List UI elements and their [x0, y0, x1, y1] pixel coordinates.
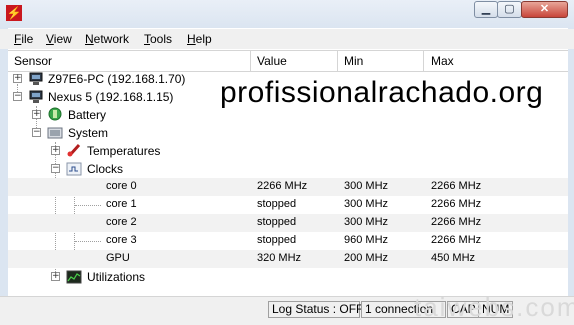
- tree-label-battery: Battery: [68, 108, 107, 122]
- phone-icon: [29, 90, 43, 103]
- collapse-icon[interactable]: −: [13, 92, 22, 101]
- app-icon: ⚡: [6, 5, 22, 21]
- collapse-icon[interactable]: −: [32, 128, 41, 137]
- table-row[interactable]: core 0 2266 MHz 300 MHz 2266 MHz: [8, 178, 568, 196]
- sensor-value: 2266 MHz: [257, 180, 308, 192]
- tree-label-pc: Z97E6-PC (192.168.1.70): [48, 72, 186, 86]
- sensor-min: 300 MHz: [344, 216, 389, 228]
- expand-icon[interactable]: +: [51, 146, 60, 155]
- expand-icon[interactable]: +: [51, 272, 60, 281]
- column-divider[interactable]: [250, 51, 251, 71]
- menu-view[interactable]: View: [46, 32, 72, 46]
- tree-label-utilizations: Utilizations: [87, 270, 146, 284]
- sensor-name: GPU: [106, 252, 130, 264]
- tree-label-nexus: Nexus 5 (192.168.1.15): [48, 90, 174, 104]
- column-sensor[interactable]: Sensor: [14, 54, 52, 68]
- menu-bar: File View Network Tools Help: [0, 29, 574, 49]
- tree-label-clocks: Clocks: [87, 162, 124, 176]
- sensor-max: 450 MHz: [431, 252, 476, 264]
- column-value[interactable]: Value: [257, 54, 287, 68]
- sensor-value: stopped: [257, 216, 297, 228]
- table-row[interactable]: core 3 stopped 960 MHz 2266 MHz: [8, 232, 568, 250]
- computer-icon: [29, 72, 43, 85]
- window-frame-right: [568, 28, 574, 296]
- sensor-name: core 1: [106, 198, 137, 210]
- menu-network[interactable]: Network: [85, 32, 129, 46]
- sensor-min: 200 MHz: [344, 252, 389, 264]
- tree-row-clocks[interactable]: − Clocks: [8, 160, 568, 178]
- sensor-value: stopped: [257, 234, 297, 246]
- sensor-min: 300 MHz: [344, 198, 389, 210]
- tree-label-system: System: [68, 126, 109, 140]
- column-max[interactable]: Max: [431, 54, 454, 68]
- table-row[interactable]: core 1 stopped 300 MHz 2266 MHz: [8, 196, 568, 214]
- utilization-icon: [66, 270, 82, 284]
- sensor-max: 2266 MHz: [431, 216, 482, 228]
- column-divider[interactable]: [423, 51, 424, 71]
- window-frame-left: [0, 28, 8, 296]
- menu-tools[interactable]: Tools: [144, 32, 172, 46]
- sensor-max: 2266 MHz: [431, 198, 482, 210]
- watermark-logo: taiwebs.com: [414, 292, 574, 322]
- sensor-max: 2266 MHz: [431, 234, 482, 246]
- table-row[interactable]: core 2 stopped 300 MHz 2266 MHz: [8, 214, 568, 232]
- sensor-min: 960 MHz: [344, 234, 389, 246]
- clock-icon: [66, 162, 82, 176]
- sensor-name: core 3: [106, 234, 137, 246]
- minimize-button[interactable]: ▁: [474, 1, 498, 18]
- menu-help[interactable]: Help: [187, 32, 212, 46]
- expand-icon[interactable]: +: [13, 74, 22, 83]
- tree-row-system[interactable]: − System: [8, 124, 568, 142]
- table-row[interactable]: GPU 320 MHz 200 MHz 450 MHz: [8, 250, 568, 268]
- sensor-min: 300 MHz: [344, 180, 389, 192]
- sensor-max: 2266 MHz: [431, 180, 482, 192]
- watermark-text: profissionalrachado.org: [220, 76, 544, 109]
- tree-row-utilizations[interactable]: + Utilizations: [8, 268, 568, 286]
- column-divider[interactable]: [337, 51, 338, 71]
- tree-row-temperatures[interactable]: + Temperatures: [8, 142, 568, 160]
- system-icon: [47, 127, 63, 139]
- collapse-icon[interactable]: −: [51, 164, 60, 173]
- expand-icon[interactable]: +: [32, 110, 41, 119]
- close-button[interactable]: ✕: [521, 1, 568, 18]
- sensor-value: 320 MHz: [257, 252, 302, 264]
- sensor-value: stopped: [257, 198, 297, 210]
- log-status: Log Status : OFF: [268, 301, 363, 318]
- sensor-name: core 0: [106, 180, 137, 192]
- sensor-name: core 2: [106, 216, 137, 228]
- battery-icon: [48, 107, 62, 121]
- column-header: Sensor Value Min Max: [8, 50, 568, 72]
- title-bar: ⚡ ▁ ▢ ✕: [0, 0, 574, 28]
- menu-file[interactable]: File: [14, 32, 33, 46]
- maximize-button[interactable]: ▢: [497, 1, 522, 18]
- tree-label-temperatures: Temperatures: [87, 144, 161, 158]
- column-min[interactable]: Min: [344, 54, 363, 68]
- thermometer-icon: [67, 143, 81, 157]
